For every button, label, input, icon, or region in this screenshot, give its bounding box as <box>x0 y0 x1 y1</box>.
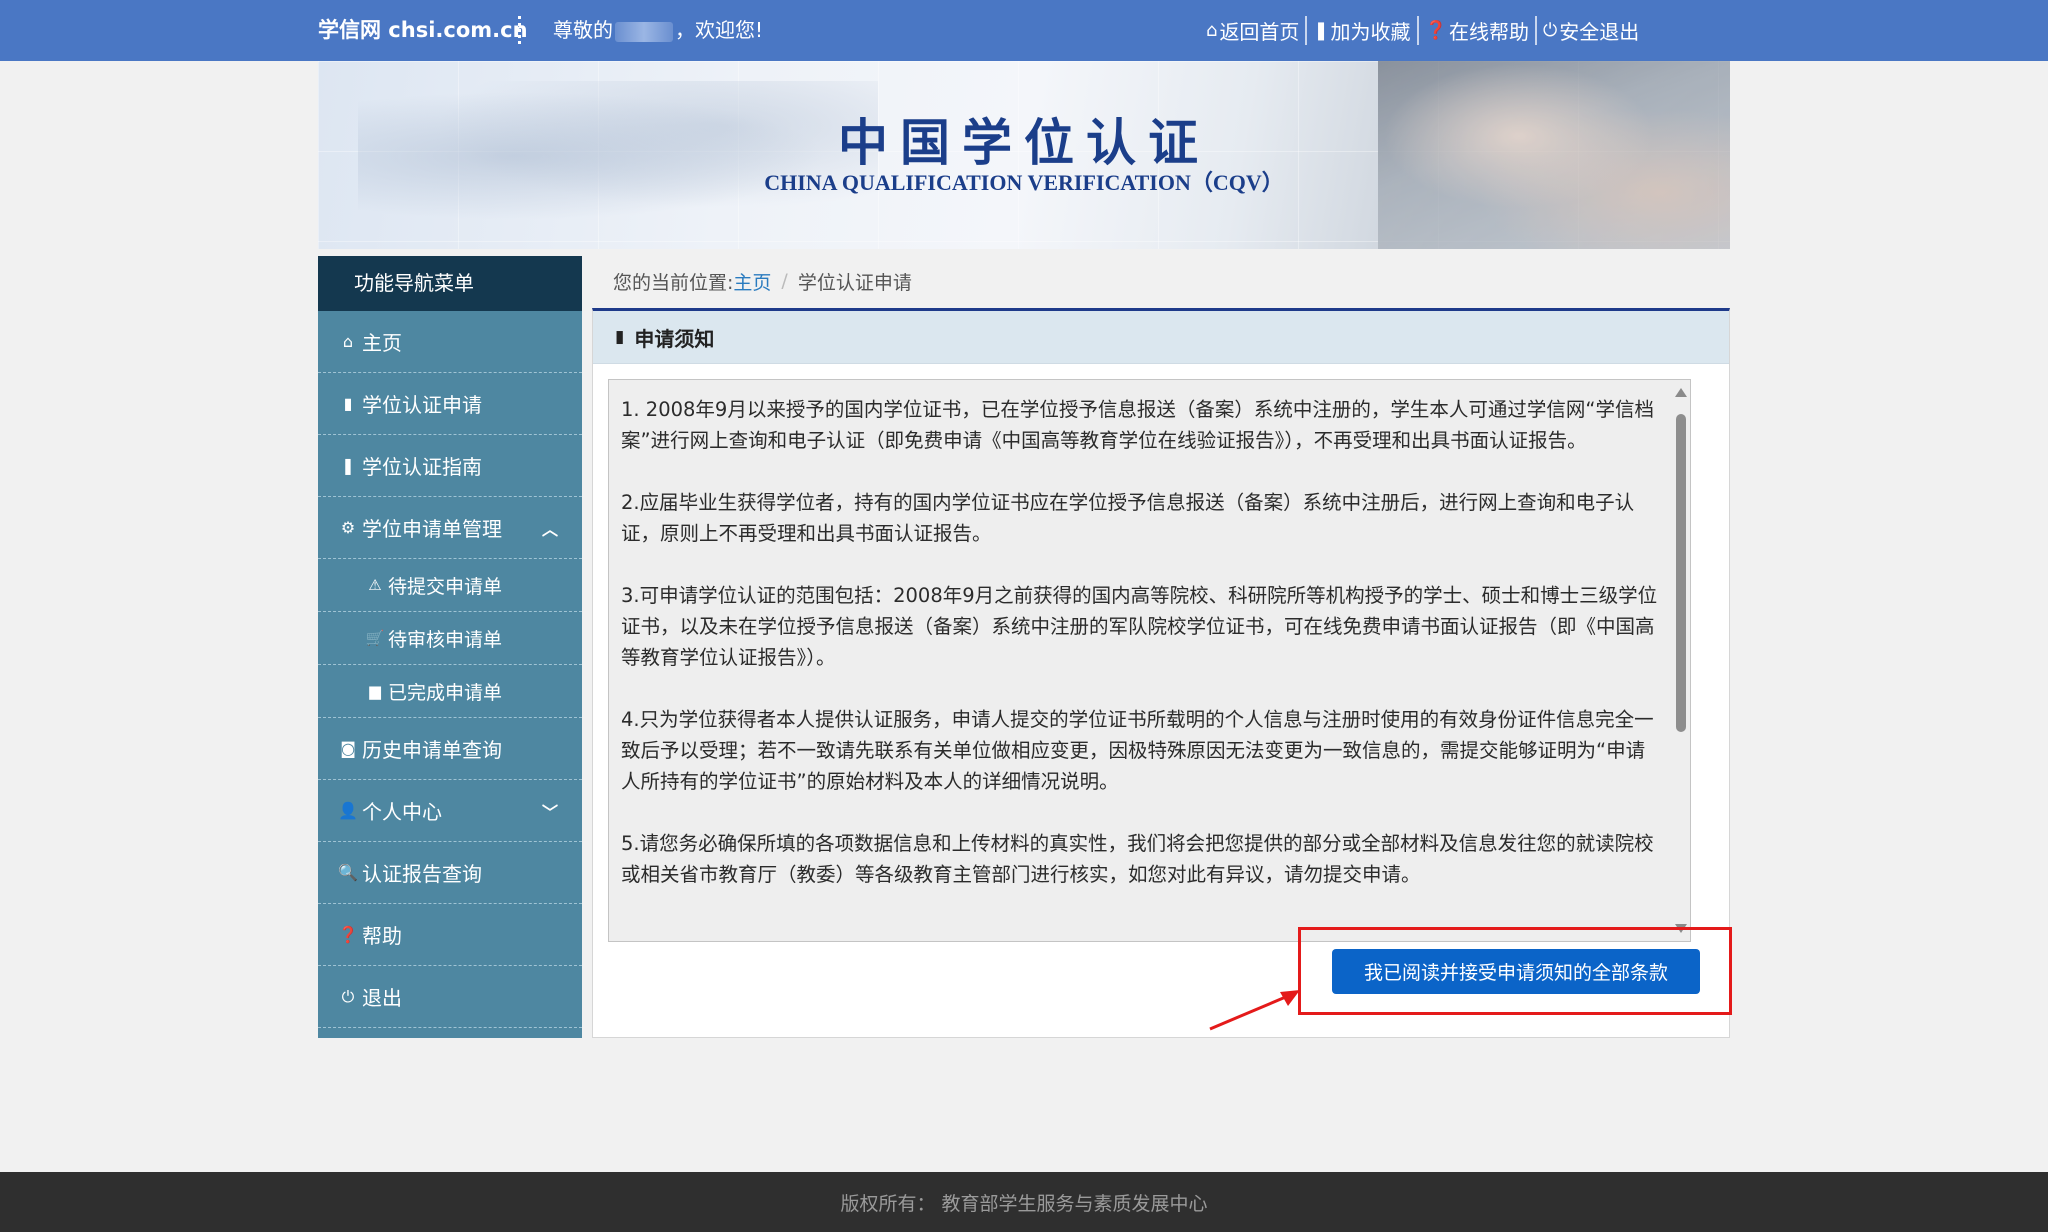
greeting-prefix: 尊敬的 <box>553 18 613 42</box>
scrollbar-thumb[interactable] <box>1676 414 1686 732</box>
site-brand[interactable]: 学信网 chsi.com.cn <box>318 14 528 46</box>
power-icon: ⏻ <box>341 986 355 1006</box>
sidebar-item-label: 学位申请单管理 <box>362 517 502 541</box>
home-link[interactable]: ⌂ 返回首页 <box>1200 16 1305 45</box>
cart-icon: 🛒 <box>365 629 385 647</box>
notice-content: 1. 2008年9月以来授予的国内学位证书，已在学位授予信息报送（备案）系统中注… <box>609 380 1673 941</box>
breadcrumb-current: 学位认证申请 <box>797 271 912 294</box>
help-icon: ❓ <box>338 925 358 944</box>
sidebar-item-label: 学位认证申请 <box>362 393 482 417</box>
sidebar-title: 功能导航菜单 <box>318 256 582 311</box>
greeting: 尊敬的 ，欢迎您! <box>553 14 763 46</box>
banner-subtitle: CHINA QUALIFICATION VERIFICATION（CQV） <box>764 170 1284 195</box>
notice-scrollbar[interactable] <box>1672 380 1690 941</box>
sidebar-item-label: 待提交申请单 <box>388 575 503 598</box>
home-icon: ⌂ <box>1206 19 1218 41</box>
sidebar-item-label: 已完成申请单 <box>388 681 503 704</box>
sidebar-item-label: 退出 <box>362 986 402 1010</box>
notice-paragraph: 1. 2008年9月以来授予的国内学位证书，已在学位授予信息报送（备案）系统中注… <box>621 398 1654 452</box>
sidebar-item-label: 个人中心 <box>362 800 442 824</box>
sidebar-subitem-pending-submit[interactable]: ⚠ 待提交申请单 <box>318 559 582 612</box>
logout-link-label: 安全退出 <box>1559 19 1640 44</box>
top-links: ⌂ 返回首页 ❚ 加为收藏 ❓ 在线帮助 ⏻ 安全退出 <box>1200 14 1690 46</box>
sidebar-item-logout[interactable]: ⏻ 退出 <box>318 966 582 1028</box>
chevron-up-icon: ︿ <box>541 519 558 539</box>
notice-paragraph: 4.只为学位获得者本人提供认证服务，申请人提交的学位证书所载明的个人信息与注册时… <box>621 708 1654 793</box>
notice-paragraph: 2.应届毕业生获得学位者，持有的国内学位证书应在学位授予信息报送（备案）系统中注… <box>621 491 1635 545</box>
sidebar-subitem-pending-review[interactable]: 🛒 待审核申请单 <box>318 612 582 665</box>
sidebar-item-label: 主页 <box>362 331 402 355</box>
brand-divider <box>518 16 521 44</box>
breadcrumb: 您的当前位置: 主页 / 学位认证申请 <box>593 256 1730 306</box>
notice-paragraph: 3.可申请学位认证的范围包括：2008年9月之前获得的国内高等院校、科研院所等机… <box>621 584 1658 669</box>
logout-link[interactable]: ⏻ 安全退出 <box>1534 15 1645 45</box>
search-icon: 🔍 <box>338 863 358 882</box>
camera-icon: ◙ <box>340 739 356 758</box>
file-icon: ▮ <box>615 327 625 347</box>
breadcrumb-prefix: 您的当前位置: <box>613 271 734 294</box>
scroll-up-arrow-icon[interactable] <box>1675 388 1687 397</box>
panel-header: ▮ 申请须知 <box>593 311 1729 364</box>
sidebar-subitem-completed[interactable]: ▆ 已完成申请单 <box>318 665 582 718</box>
panel-title: 申请须知 <box>634 326 715 351</box>
sidebar-item-help[interactable]: ❓ 帮助 <box>318 904 582 966</box>
sidebar-item-label: 历史申请单查询 <box>362 738 502 762</box>
breadcrumb-home-link[interactable]: 主页 <box>733 268 771 295</box>
user-icon: 👤 <box>338 801 358 820</box>
bookmark-icon: ❚ <box>1313 19 1329 41</box>
sidebar-nav: 功能导航菜单 ⌂ 主页 ▮ 学位认证申请 ❚ 学位认证指南 ⚙ 学位申请单管理 … <box>318 256 582 1038</box>
sidebar-item-report-query[interactable]: 🔍 认证报告查询 <box>318 842 582 904</box>
accept-terms-button[interactable]: 我已阅读并接受申请须知的全部条款 <box>1332 949 1700 994</box>
sidebar-item-apply[interactable]: ▮ 学位认证申请 <box>318 373 582 435</box>
pointer-arrow-icon <box>1209 990 1300 1031</box>
sidebar-item-label: 学位认证指南 <box>362 455 482 479</box>
username-redacted <box>615 21 673 42</box>
sidebar-item-application-management[interactable]: ⚙ 学位申请单管理 ︿ <box>318 497 582 559</box>
notice-textbox[interactable]: 1. 2008年9月以来授予的国内学位证书，已在学位授予信息报送（备案）系统中注… <box>608 379 1691 942</box>
home-icon: ⌂ <box>342 332 354 351</box>
banner: 中国学位认证 CHINA QUALIFICATION VERIFICATION（… <box>318 61 1730 249</box>
briefcase-icon: ▆ <box>369 682 381 700</box>
bookmark-link-label: 加为收藏 <box>1330 19 1411 44</box>
footer: 版权所有： 教育部学生服务与素质发展中心 <box>0 1172 2048 1232</box>
sidebar-item-label: 帮助 <box>362 924 402 948</box>
footer-copyright: 版权所有： 教育部学生服务与素质发展中心 <box>840 1192 1208 1215</box>
help-link-label: 在线帮助 <box>1448 19 1529 44</box>
sidebar-item-history[interactable]: ◙ 历史申请单查询 <box>318 718 582 780</box>
sidebar-item-personal-center[interactable]: 👤 个人中心 ﹀ <box>318 780 582 842</box>
notice-paragraph: 5.请您务必确保所填的各项数据信息和上传材料的真实性，我们将会把您提供的部分或全… <box>621 832 1654 886</box>
home-link-label: 返回首页 <box>1219 19 1300 44</box>
help-link[interactable]: ❓ 在线帮助 <box>1416 15 1535 45</box>
sidebar-item-label: 认证报告查询 <box>362 862 482 886</box>
file-icon: ▮ <box>343 394 353 413</box>
sidebar-item-home[interactable]: ⌂ 主页 <box>318 311 582 373</box>
gear-icon: ⚙ <box>340 518 356 537</box>
warning-icon: ⚠ <box>368 576 382 594</box>
bookmark-link[interactable]: ❚ 加为收藏 <box>1305 15 1416 45</box>
sidebar-item-label: 待审核申请单 <box>388 628 503 651</box>
help-icon: ❓ <box>1424 19 1447 41</box>
bookmark-icon: ❚ <box>341 456 355 475</box>
chevron-down-icon: ﹀ <box>541 802 558 822</box>
top-bar: 学信网 chsi.com.cn 尊敬的 ，欢迎您! ⌂ 返回首页 ❚ 加为收藏 ❓… <box>0 0 2048 61</box>
greeting-suffix: ，欢迎您! <box>675 18 764 42</box>
sidebar-item-guide[interactable]: ❚ 学位认证指南 <box>318 435 582 497</box>
power-icon: ⏻ <box>1542 19 1558 41</box>
breadcrumb-separator: / <box>781 270 788 292</box>
